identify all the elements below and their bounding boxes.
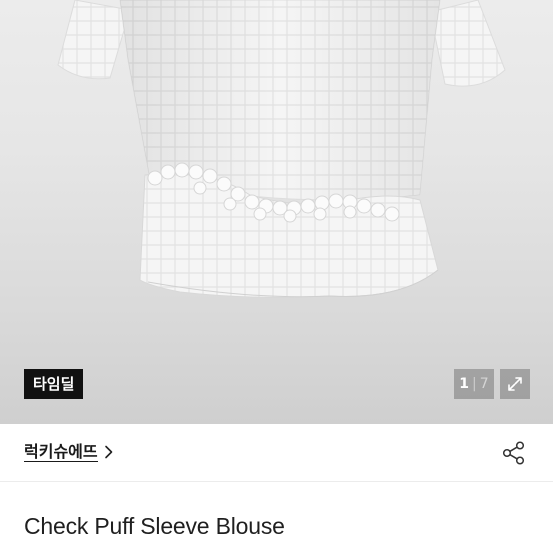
- store-row: 럭키슈에뜨: [0, 424, 553, 482]
- chevron-right-icon: [104, 445, 114, 459]
- page-separator: |: [472, 376, 477, 392]
- share-icon: [502, 441, 525, 465]
- store-name: 럭키슈에뜨: [24, 442, 98, 462]
- product-title: Check Puff Sleeve Blouse: [24, 513, 285, 539]
- share-button[interactable]: [501, 440, 527, 466]
- expand-image-button[interactable]: [500, 369, 530, 399]
- expand-arrows-icon: [508, 377, 522, 391]
- total-pages: 7: [479, 376, 489, 392]
- timedeal-badge: 타임딜: [24, 369, 84, 399]
- image-page-counter: 1 | 7: [454, 369, 494, 399]
- current-page: 1: [459, 376, 470, 392]
- store-link[interactable]: 럭키슈에뜨: [24, 442, 114, 462]
- product-photo: [57, 0, 506, 298]
- product-image-carousel[interactable]: 타임딜 1 | 7: [0, 0, 553, 424]
